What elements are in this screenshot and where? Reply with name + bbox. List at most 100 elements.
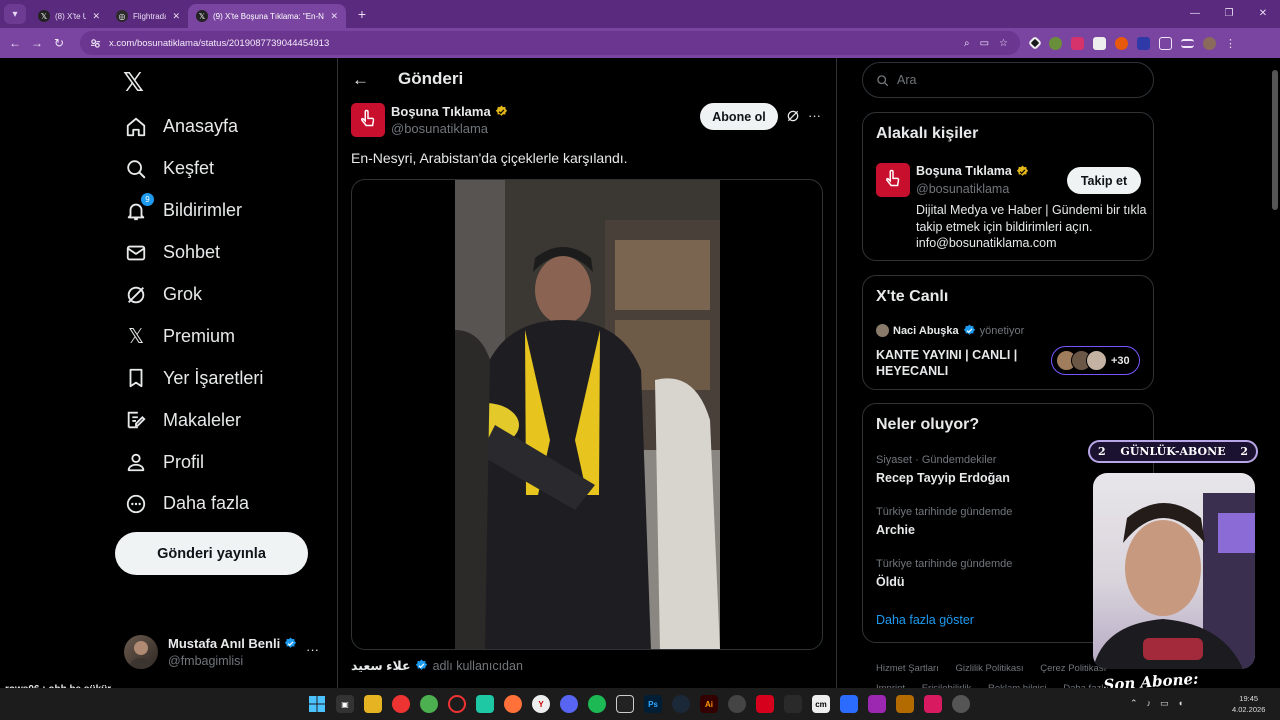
forward-icon[interactable]: → [26,36,48,50]
post-author-handle[interactable]: @bosunatiklama [391,121,488,136]
restore-icon[interactable]: ❐ [1212,0,1246,28]
sidebar-item-messages[interactable]: Sohbet [115,232,330,274]
browser-tab[interactable]: ◎ Flightradar ✕ [108,4,188,28]
reload-icon[interactable]: ↻ [48,36,70,50]
close-icon[interactable]: ✕ [92,11,100,22]
illustrator-icon[interactable]: Ai [700,695,718,713]
app-icon[interactable] [896,695,914,713]
star-icon[interactable]: ☆ [999,38,1008,49]
puzzle-icon[interactable] [1159,36,1172,50]
cast-icon[interactable]: ▭ [980,38,989,49]
column-divider [836,58,837,688]
volume-icon[interactable]: ◖ [1178,698,1183,709]
more-icon[interactable]: ··· [306,642,319,657]
extension-icon[interactable] [1027,35,1043,51]
trend-item[interactable]: Türkiye tarihinde gündemde Öldü [876,558,1012,589]
grok-icon[interactable] [786,109,800,123]
extension-icon[interactable] [1049,36,1062,50]
extension-icon[interactable] [1115,36,1128,50]
app-icon[interactable] [784,695,802,713]
steam-icon[interactable] [672,695,690,713]
mic-icon[interactable]: ♪ [1147,698,1152,709]
photoshop-icon[interactable]: Ps [644,695,662,713]
more-icon[interactable]: ··· [808,108,821,123]
footer-link[interactable]: Hizmet Şartları [876,663,939,674]
relevant-person-handle[interactable]: @bosunatiklama [916,182,1009,196]
sidebar-item-premium[interactable]: 𝕏 Premium [115,315,330,357]
follow-button[interactable]: Takip et [1067,167,1141,194]
chrome-profile-icon[interactable] [420,695,438,713]
app-icon[interactable] [840,695,858,713]
tray-chevron-icon[interactable]: ⌃ [1130,698,1138,709]
site-info-icon[interactable] [90,38,101,49]
attribution-name[interactable]: علاء سعيد [351,658,411,673]
acrobat-icon[interactable] [756,695,774,713]
obs-icon[interactable] [952,695,970,713]
x-logo-icon[interactable]: 𝕏 [123,68,144,98]
spotify-icon[interactable] [588,695,606,713]
relevant-person-name[interactable]: Boşuna Tıklama [916,164,1029,178]
extension-icon[interactable] [1071,36,1084,50]
scrollbar-thumb[interactable] [1272,70,1278,210]
new-tab-button[interactable]: + [352,6,372,22]
scrollbar[interactable] [1270,58,1280,688]
live-on-x-card[interactable]: X'te Canlı Naci Abuşka yönetiyor KANTE Y… [862,275,1154,390]
yandex-icon[interactable]: Y [532,695,550,713]
opera-icon[interactable] [448,695,466,713]
sidebar-item-grok[interactable]: Grok [115,274,330,316]
app-icon[interactable]: cm [812,695,830,713]
account-switcher[interactable]: Mustafa Anıl Benli @fmbagimlisi ··· [124,632,329,672]
app-icon[interactable] [476,695,494,713]
firefox-icon[interactable] [504,695,522,713]
trend-item[interactable]: Türkiye tarihinde gündemde Archie [876,506,1012,537]
show-more-link[interactable]: Daha fazla göster [876,613,974,627]
network-icon[interactable]: ▭ [1160,698,1169,709]
footer-link[interactable]: Gizlilik Politikası [955,663,1023,674]
browser-tab-active[interactable]: 𝕏 (9) X'te Boşuna Tıklama: "En-Ne ✕ [188,4,346,28]
gold-verified-badge-icon [1016,165,1029,176]
mail-icon [124,241,148,265]
app-icon[interactable] [868,695,886,713]
post-author-name[interactable]: Boşuna Tıklama [391,104,508,119]
compose-post-button[interactable]: Gönderi yayınla [115,532,308,575]
settings-icon[interactable] [728,695,746,713]
browser-menu-icon[interactable]: ⋮ [1225,37,1236,50]
app-icon[interactable] [924,695,942,713]
tab-search-button[interactable]: ▾ [4,4,26,24]
browser-tab[interactable]: 𝕏 (8) X'te U ✕ [30,4,108,28]
sidebar-item-bookmarks[interactable]: Yer İşaretleri [115,357,330,399]
windows-start-icon[interactable] [308,695,326,713]
clock-time: 19:45 [1239,694,1259,703]
address-bar[interactable]: x.com/bosunatiklama/status/2019087739044… [80,31,1020,55]
discord-icon[interactable] [560,695,578,713]
sidebar-item-explore[interactable]: Keşfet [115,148,330,190]
task-view-icon[interactable]: ▣ [336,695,354,713]
profile-avatar[interactable] [1203,36,1216,50]
video-player[interactable] [455,180,720,649]
zoom-icon[interactable]: ⌕ [964,38,970,49]
app-icon[interactable] [616,695,634,713]
reading-list-icon[interactable] [1181,38,1194,48]
file-explorer-icon[interactable] [364,695,382,713]
relevant-person-avatar[interactable] [876,163,910,197]
sidebar-item-profile[interactable]: Profil [115,441,330,483]
post-media[interactable] [351,179,823,650]
sidebar-item-more[interactable]: Daha fazla [115,483,330,525]
close-icon[interactable]: ✕ [330,11,338,22]
close-icon[interactable]: ✕ [172,11,180,22]
search-input[interactable]: Ara [862,62,1154,98]
sidebar-item-articles[interactable]: Makaleler [115,399,330,441]
sidebar-item-home[interactable]: Anasayfa [115,106,330,148]
chrome-icon[interactable] [392,695,410,713]
sidebar-item-notifications[interactable]: 9 Bildirimler [115,190,330,232]
minimize-icon[interactable]: — [1178,0,1212,28]
extension-icon[interactable] [1137,36,1150,50]
back-icon[interactable]: ← [4,36,26,50]
trend-item[interactable]: Siyaset · Gündemdekiler Recep Tayyip Erd… [876,454,1010,485]
close-window-icon[interactable]: ✕ [1246,0,1280,28]
back-arrow-icon[interactable]: ← [352,70,369,90]
subscribe-button[interactable]: Abone ol [700,103,778,130]
taskbar-clock[interactable]: 19:45 4.02.2026 [1232,693,1265,715]
post-author-avatar[interactable] [351,103,385,137]
extension-icon[interactable] [1093,36,1106,50]
